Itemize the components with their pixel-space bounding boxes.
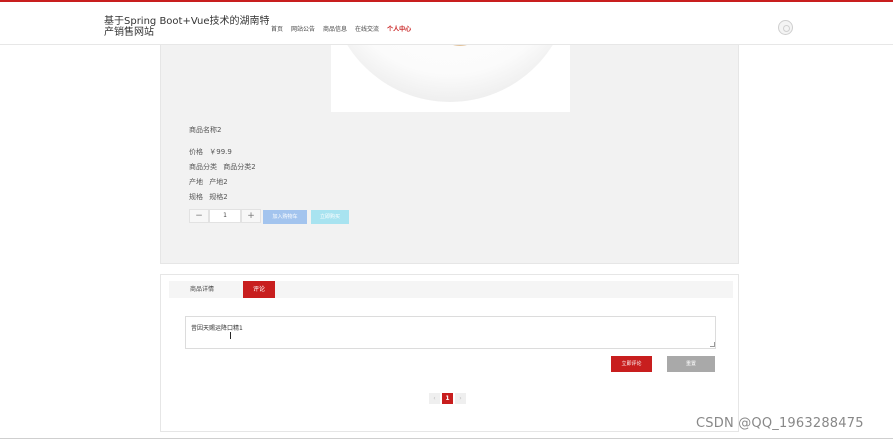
prev-page-button[interactable]: ‹: [429, 393, 440, 404]
site-title[interactable]: 基于Spring Boot+Vue技术的湖南特产销售网站: [104, 16, 276, 38]
main-nav: 首页 网站公告 商品信息 在线交流 个人中心: [271, 24, 411, 33]
price-label: 价格: [189, 148, 203, 156]
comment-panel: 商品详情 评论 昔因天赐运降口精1 I 立即评论 重置 ‹ 1 ›: [160, 274, 739, 432]
origin-row: 产地 产地2: [189, 177, 228, 187]
spec-value: 规格2: [209, 193, 228, 201]
category-row: 商品分类 商品分类2: [189, 162, 256, 172]
tab-comments[interactable]: 评论: [243, 281, 275, 298]
submit-comment-button[interactable]: 立即评论: [611, 356, 652, 372]
plate-image: [331, 45, 570, 102]
add-to-cart-button[interactable]: 加入购物车: [263, 210, 307, 224]
comment-input[interactable]: 昔因天赐运降口精1: [185, 316, 716, 349]
nav-products[interactable]: 商品信息: [323, 24, 347, 33]
product-image: [331, 45, 570, 112]
price-row: 价格 ￥99.9: [189, 147, 232, 157]
product-name: 商品名称2: [189, 126, 222, 134]
product-panel: 商品名称2 价格 ￥99.9 商品分类 商品分类2 产地 产地2 规格 规格2 …: [160, 45, 739, 264]
nav-personal-center[interactable]: 个人中心: [387, 24, 411, 33]
spec-row: 规格 规格2: [189, 192, 228, 202]
category-value: 商品分类2: [223, 163, 256, 171]
category-label: 商品分类: [189, 163, 217, 171]
pagination: ‹ 1 ›: [429, 393, 466, 404]
quantity-input[interactable]: 1: [209, 209, 241, 223]
detail-tabs: 商品详情 评论: [169, 281, 733, 298]
top-navbar: 基于Spring Boot+Vue技术的湖南特产销售网站 首页 网站公告 商品信…: [0, 0, 893, 45]
watermark: CSDN @QQ_1963288475: [696, 416, 864, 431]
text-cursor-icon: I: [229, 331, 232, 342]
increase-quantity-button[interactable]: +: [241, 209, 261, 223]
price-value: ￥99.9: [209, 148, 232, 156]
origin-label: 产地: [189, 178, 203, 186]
quantity-stepper: − 1 +: [189, 209, 261, 223]
spec-label: 规格: [189, 193, 203, 201]
nav-home[interactable]: 首页: [271, 24, 283, 33]
decrease-quantity-button[interactable]: −: [189, 209, 209, 223]
page-1-button[interactable]: 1: [442, 393, 453, 404]
nav-forum[interactable]: 在线交流: [355, 24, 379, 33]
buy-now-button[interactable]: 立即购买: [311, 210, 349, 224]
origin-value: 产地2: [209, 178, 228, 186]
user-avatar-icon[interactable]: [778, 20, 793, 35]
bottom-divider: [0, 438, 893, 439]
tab-product-details[interactable]: 商品详情: [185, 281, 219, 298]
next-page-button[interactable]: ›: [455, 393, 466, 404]
nav-announcements[interactable]: 网站公告: [291, 24, 315, 33]
reset-button[interactable]: 重置: [667, 356, 715, 372]
resize-grip-icon[interactable]: [710, 342, 715, 347]
